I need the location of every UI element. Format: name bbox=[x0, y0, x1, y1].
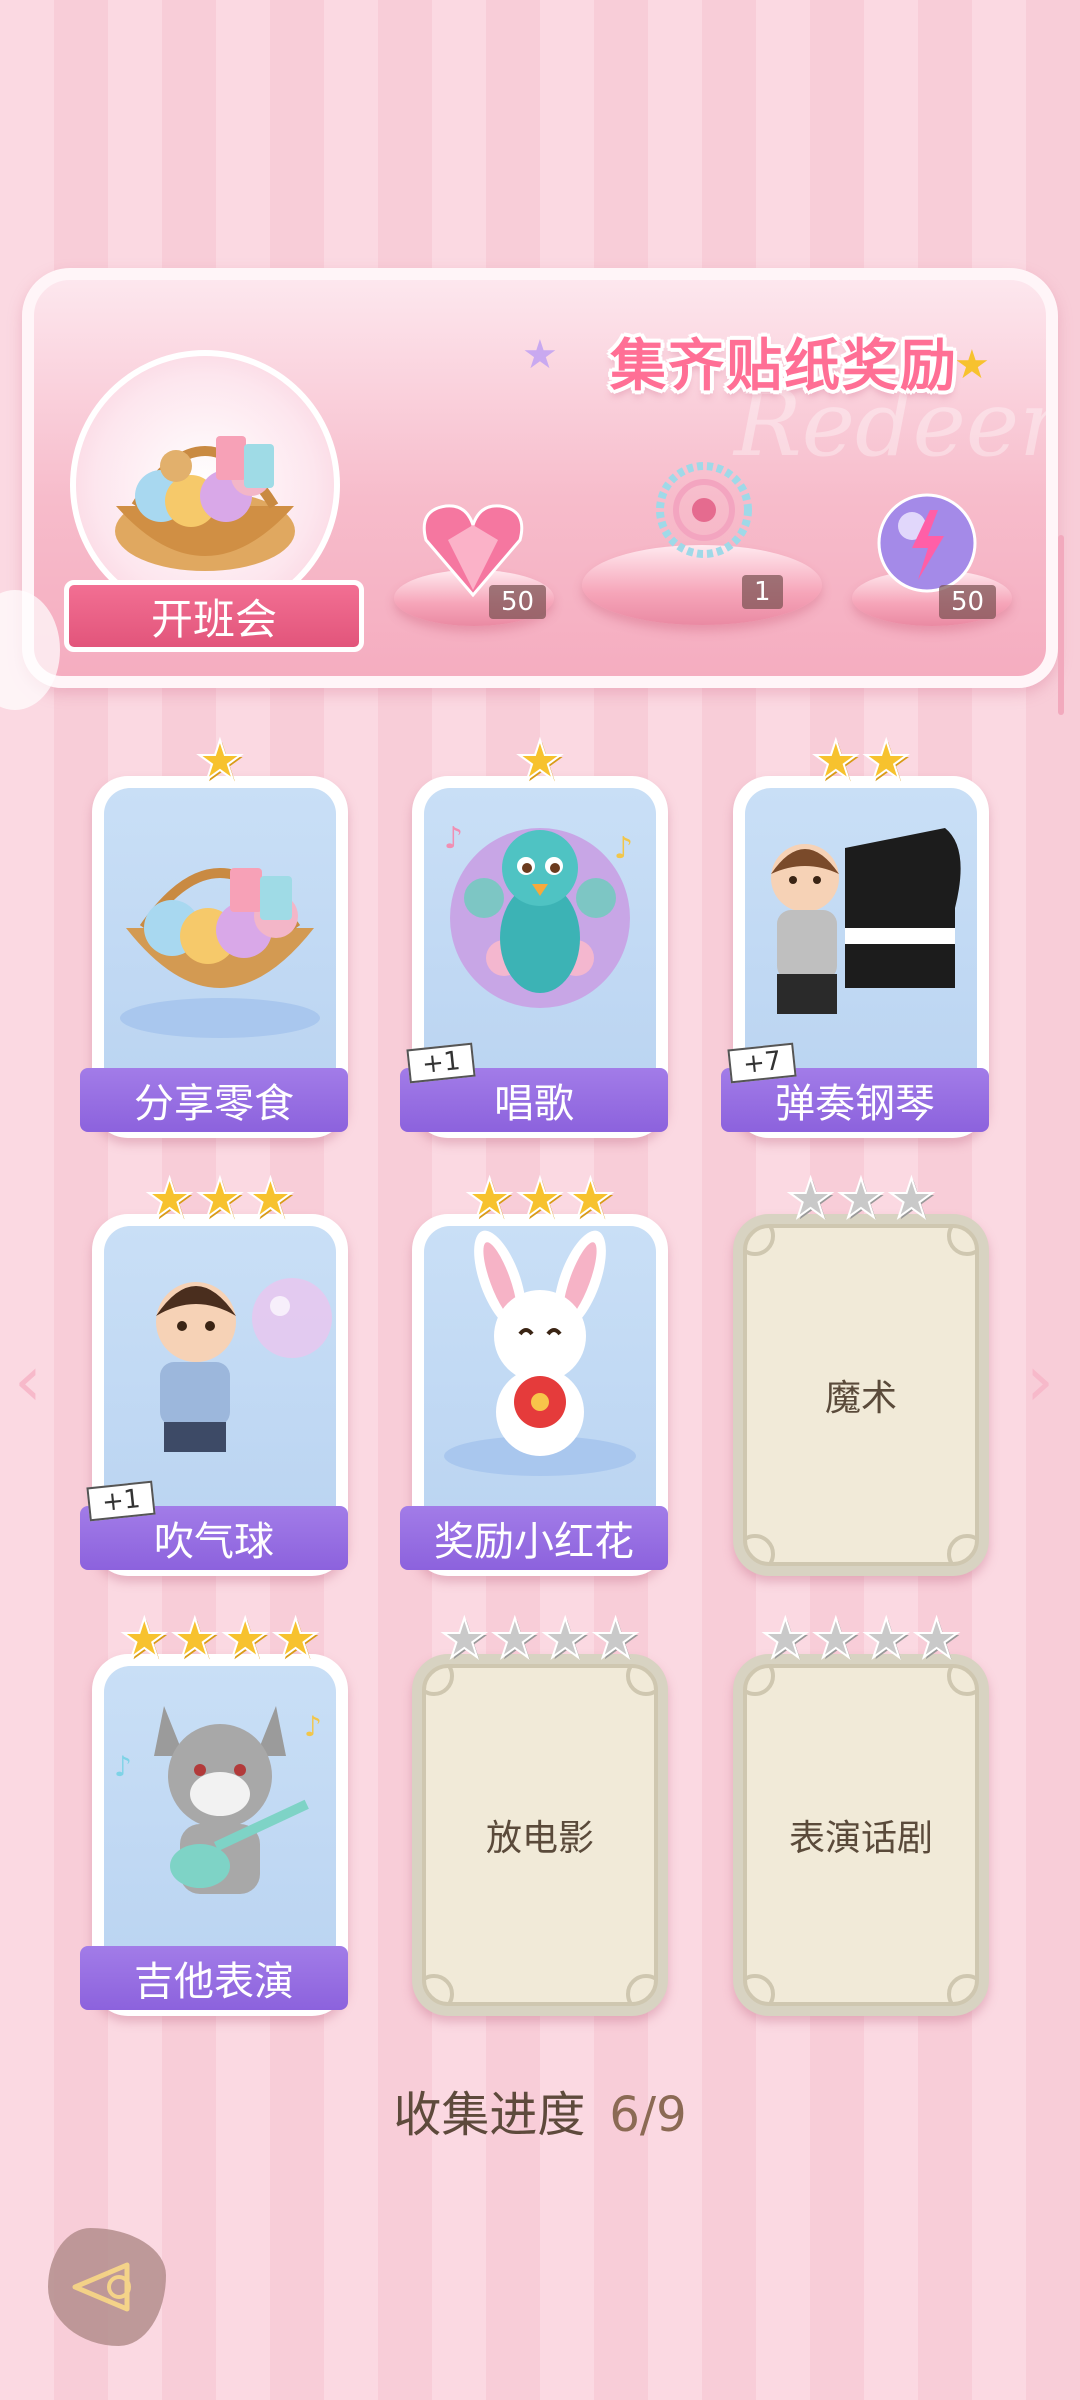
reward-count: 50 bbox=[939, 585, 997, 619]
star-empty-icon: ★ bbox=[490, 1607, 540, 1670]
star-rating: ★ ★ ★ bbox=[92, 1167, 348, 1230]
banner-title: 集齐贴纸奖励 bbox=[610, 333, 958, 399]
star-icon: ★ bbox=[515, 1167, 565, 1230]
sticker-card-movie-locked[interactable]: ★ ★ ★ ★ 放电影 bbox=[412, 1611, 668, 2016]
star-icon: ★ bbox=[245, 1167, 295, 1230]
sticker-name: 奖励小红花 bbox=[400, 1506, 668, 1570]
wolf-guitar-icon: ♪ ♪ bbox=[114, 1706, 322, 1894]
star-empty-icon: ★ bbox=[785, 1167, 835, 1230]
star-icon: ★ bbox=[170, 1607, 220, 1670]
star-rating: ★ ★ ★ ★ bbox=[733, 1607, 989, 1670]
sticker-name: 分享零食 bbox=[80, 1068, 348, 1132]
svg-text:♪: ♪ bbox=[614, 831, 633, 866]
next-page-arrow-icon[interactable]: › bbox=[1026, 1340, 1054, 1422]
sticker-name: 吉他表演 bbox=[80, 1946, 348, 2010]
sparkle-icon: ★ bbox=[522, 332, 558, 378]
collection-progress: 收集进度 6/9 bbox=[0, 2075, 1080, 2145]
svg-text:♪: ♪ bbox=[444, 821, 463, 856]
star-empty-icon: ★ bbox=[760, 1607, 810, 1670]
star-empty-icon: ★ bbox=[861, 1607, 911, 1670]
sticker-name: 魔术 bbox=[824, 1378, 897, 1419]
sticker-reward-banner: Redeem ★ ★ 集齐贴纸奖励 开班会 50 1 bbox=[22, 268, 1058, 688]
piano-boy-icon bbox=[771, 828, 961, 1014]
main-reward-label[interactable]: 开班会 bbox=[64, 580, 364, 652]
bubble-boy-icon bbox=[156, 1278, 332, 1452]
prev-page-arrow-icon[interactable]: ‹ bbox=[14, 1340, 42, 1422]
star-icon: ★ bbox=[464, 1167, 514, 1230]
banner-title-wrap: 集齐贴纸奖励 bbox=[554, 306, 1014, 416]
star-rating: ★ ★ ★ ★ bbox=[92, 1607, 348, 1670]
svg-text:♪: ♪ bbox=[304, 1710, 322, 1743]
star-empty-icon: ★ bbox=[590, 1607, 640, 1670]
bunny-flower-icon bbox=[444, 1230, 636, 1476]
duplicate-count-badge: +7 bbox=[727, 1042, 797, 1084]
star-icon: ★ bbox=[144, 1167, 194, 1230]
star-icon: ★ bbox=[195, 729, 245, 792]
duplicate-count-badge: +1 bbox=[86, 1480, 156, 1522]
duplicate-count-badge: +1 bbox=[406, 1042, 476, 1084]
svg-text:♪: ♪ bbox=[114, 1750, 132, 1783]
star-rating: ★ bbox=[92, 729, 348, 792]
basket-icon bbox=[115, 436, 295, 571]
sticker-card-balloon[interactable]: ★ ★ ★ +1 吹气球 bbox=[80, 1171, 348, 1576]
star-icon: ★ bbox=[861, 729, 911, 792]
sticker-card-share-snacks[interactable]: ★ 分享零食 bbox=[80, 733, 348, 1138]
sticker-card-guitar[interactable]: ★ ★ ★ ★ ♪ ♪ 吉他表演 bbox=[80, 1611, 348, 2016]
star-empty-icon: ★ bbox=[886, 1167, 936, 1230]
star-rating: ★ ★ ★ bbox=[733, 1167, 989, 1230]
star-icon: ★ bbox=[515, 729, 565, 792]
star-empty-icon: ★ bbox=[811, 1607, 861, 1670]
sticker-card-drama-locked[interactable]: ★ ★ ★ ★ 表演话剧 bbox=[733, 1611, 989, 2016]
star-icon: ★ bbox=[195, 1167, 245, 1230]
back-arrow-icon bbox=[72, 2262, 131, 2312]
back-button[interactable] bbox=[48, 2228, 166, 2346]
sticker-name: 表演话剧 bbox=[788, 1818, 933, 1859]
star-rating: ★ bbox=[412, 729, 668, 792]
star-icon: ★ bbox=[119, 1607, 169, 1670]
sticker-card-singing[interactable]: ★ ♪ ♪ +1 唱歌 bbox=[400, 733, 668, 1138]
purple-energy-orb-icon[interactable] bbox=[872, 488, 982, 598]
reward-count: 1 bbox=[742, 575, 783, 609]
star-icon: ★ bbox=[220, 1607, 270, 1670]
star-empty-icon: ★ bbox=[911, 1607, 961, 1670]
star-empty-icon: ★ bbox=[540, 1607, 590, 1670]
star-icon: ★ bbox=[811, 729, 861, 792]
reward-count: 50 bbox=[489, 585, 547, 619]
sticker-card-magic-locked[interactable]: ★ ★ ★ 魔术 bbox=[733, 1171, 989, 1576]
star-rating: ★ ★ ★ bbox=[412, 1167, 668, 1230]
sticker-card-red-flower[interactable]: ★ ★ ★ 奖励小红花 bbox=[400, 1171, 668, 1576]
sticker-name: 放电影 bbox=[485, 1818, 594, 1859]
star-icon: ★ bbox=[270, 1607, 320, 1670]
sticker-card-piano[interactable]: ★ ★ +7 弹奏钢琴 bbox=[721, 733, 989, 1138]
ornament-brooch-icon[interactable] bbox=[644, 450, 764, 570]
star-icon: ★ bbox=[565, 1167, 615, 1230]
progress-value: 6/9 bbox=[609, 2087, 687, 2143]
peacock-icon: ♪ ♪ bbox=[444, 821, 633, 1008]
star-rating: ★ ★ bbox=[733, 729, 989, 792]
star-empty-icon: ★ bbox=[836, 1167, 886, 1230]
star-empty-icon: ★ bbox=[439, 1607, 489, 1670]
scrollbar[interactable] bbox=[1058, 535, 1064, 715]
snack-basket-icon bbox=[120, 868, 320, 1038]
progress-label: 收集进度 bbox=[393, 2087, 586, 2143]
star-rating: ★ ★ ★ ★ bbox=[412, 1607, 668, 1670]
